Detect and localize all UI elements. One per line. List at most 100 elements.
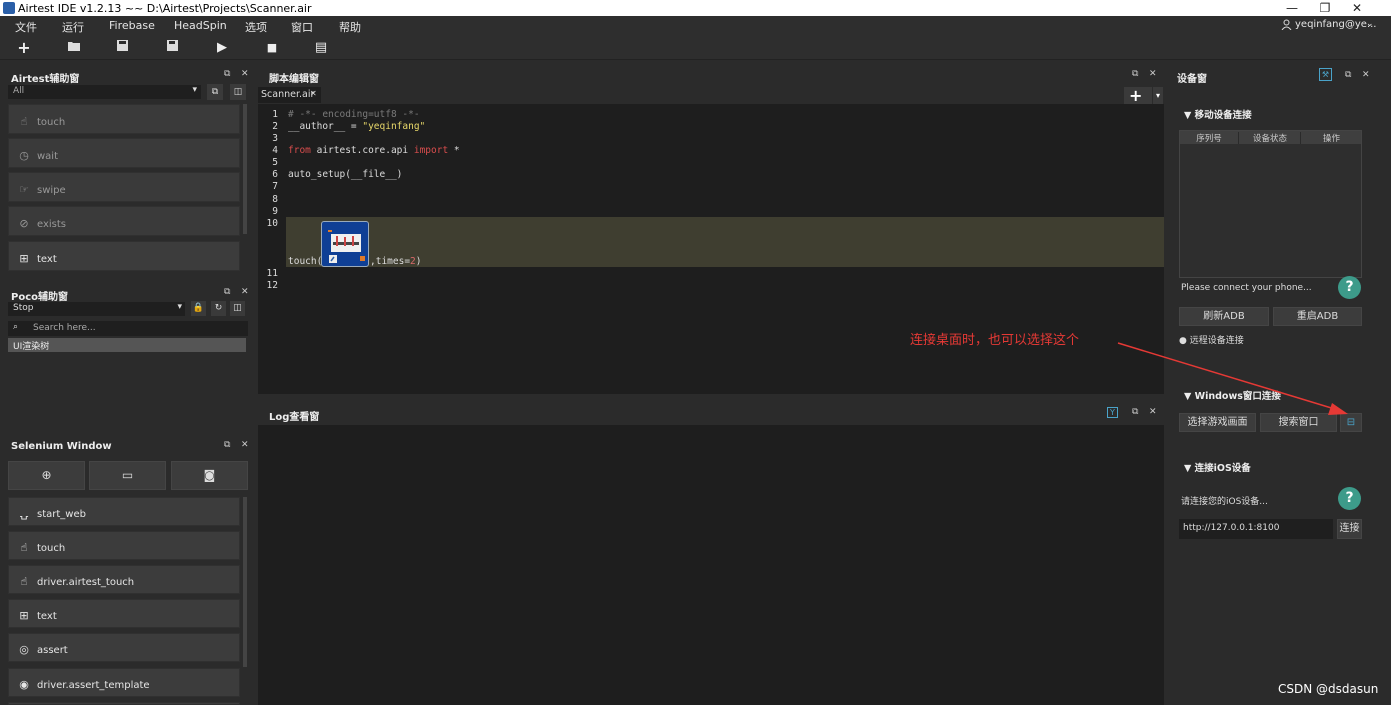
selenium-assert-button[interactable]: ◎ assert bbox=[8, 633, 240, 662]
scanner-screenshot-icon bbox=[328, 230, 365, 263]
poco-mode-select[interactable]: Stop ▾ bbox=[8, 302, 185, 316]
ios-section-header[interactable]: ▼ 连接iOS设备 bbox=[1184, 460, 1251, 474]
selenium-touch-button[interactable]: ☝ touch bbox=[8, 531, 240, 560]
refresh-icon[interactable]: ↻ bbox=[211, 301, 226, 316]
touch-icon: ☝ bbox=[20, 575, 28, 588]
tab-scanner-air[interactable]: Scanner.air ✕ bbox=[258, 87, 321, 103]
log-output[interactable] bbox=[258, 425, 1164, 705]
menu-run[interactable]: 运行 bbox=[62, 19, 84, 35]
chevron-down-icon[interactable]: ▾ bbox=[1153, 87, 1163, 104]
close-icon[interactable]: ✕ bbox=[241, 287, 249, 297]
text-icon: ⊞ bbox=[19, 252, 29, 265]
column-serial: 序列号 bbox=[1180, 132, 1239, 144]
settings-icon[interactable]: ⚒ bbox=[1319, 68, 1332, 81]
code-keyword: import bbox=[413, 145, 449, 156]
close-window-button[interactable]: ✕ bbox=[1340, 0, 1374, 16]
api-filter-select[interactable]: All ▾ bbox=[8, 85, 201, 99]
airtest-exists-button[interactable]: ⊘ exists bbox=[8, 206, 240, 236]
stop-button[interactable]: ■ bbox=[262, 39, 282, 57]
add-image-icon[interactable]: ⧉ bbox=[207, 84, 223, 100]
float-icon[interactable]: ⧉ bbox=[224, 440, 230, 450]
minimize-button[interactable]: — bbox=[1275, 0, 1309, 16]
menu-help[interactable]: 帮助 bbox=[339, 19, 361, 35]
ios-connect-button[interactable]: 连接 bbox=[1337, 519, 1362, 539]
device-table-header: 序列号 设备状态 操作 bbox=[1180, 131, 1361, 144]
dropdown-arrow-icon: ▾ bbox=[192, 85, 197, 95]
chevron-down-icon[interactable]: ⌄ bbox=[1366, 19, 1374, 29]
close-tab-icon[interactable]: ✕ bbox=[310, 89, 317, 98]
ui-tree-root[interactable]: UI渲染树 bbox=[8, 338, 246, 352]
airtest-panel-title: Airtest辅助窗 bbox=[11, 74, 80, 85]
airtest-swipe-button[interactable]: ☞ swipe bbox=[8, 172, 240, 202]
button-label: touch bbox=[37, 117, 66, 128]
code-token: __author__ = bbox=[288, 121, 363, 132]
close-icon[interactable]: ✕ bbox=[1362, 70, 1370, 80]
selenium-start-web-button[interactable]: ⍽ start_web bbox=[8, 497, 240, 526]
lock-icon[interactable]: 🔒 bbox=[191, 301, 206, 316]
monitor-icon[interactable]: ▭ bbox=[89, 461, 166, 490]
selenium-assert-template-button[interactable]: ◉ driver.assert_template bbox=[8, 668, 240, 697]
float-icon[interactable]: ⧉ bbox=[224, 69, 230, 79]
restore-button[interactable]: ❐ bbox=[1308, 0, 1342, 16]
close-icon[interactable]: ✕ bbox=[1149, 69, 1157, 79]
ios-url-field[interactable]: http://127.0.0.1:8100 bbox=[1179, 519, 1333, 539]
report-icon[interactable]: ▤ bbox=[311, 39, 331, 57]
float-icon[interactable]: ⧉ bbox=[224, 287, 230, 297]
airtest-wait-button[interactable]: ◷ wait bbox=[8, 138, 240, 168]
save-icon[interactable] bbox=[112, 39, 132, 57]
airtest-text-button[interactable]: ⊞ text bbox=[8, 241, 240, 271]
code-line-4: from airtest.core.api import * bbox=[288, 145, 460, 156]
menu-firebase[interactable]: Firebase bbox=[109, 19, 155, 32]
code-line-10-end: ,times=2) bbox=[370, 256, 422, 267]
swipe-icon: ☞ bbox=[19, 183, 29, 196]
menu-headspin[interactable]: HeadSpin bbox=[174, 19, 227, 32]
line-number: 8 bbox=[272, 194, 278, 205]
scrollbar[interactable] bbox=[243, 104, 247, 234]
annotation-arrow-icon bbox=[1117, 342, 1348, 415]
poco-search-field[interactable]: ⌕ Search here... bbox=[8, 321, 248, 336]
code-token: ) bbox=[415, 256, 422, 267]
restart-adb-button[interactable]: 重启ADB bbox=[1273, 307, 1362, 326]
template-image-thumbnail[interactable] bbox=[321, 221, 369, 267]
camera-icon[interactable]: ◙ bbox=[171, 461, 248, 490]
code-line-6: auto_setup(__file__) bbox=[288, 169, 403, 180]
open-folder-icon[interactable] bbox=[64, 39, 84, 57]
collapse-arrow-icon: ▼ bbox=[1184, 463, 1195, 474]
inbox-icon: ⍽ bbox=[19, 507, 29, 520]
button-label: swipe bbox=[37, 185, 66, 196]
dropdown-arrow-icon: ▾ bbox=[177, 302, 182, 312]
touch-icon: ☝ bbox=[20, 541, 28, 554]
float-icon[interactable]: ⧉ bbox=[1132, 69, 1138, 79]
globe-icon[interactable]: ⊕ bbox=[8, 461, 85, 490]
user-account[interactable]: yeqinfang@ye... bbox=[1295, 19, 1376, 30]
line-number: 9 bbox=[272, 206, 278, 217]
help-icon[interactable]: ? bbox=[1338, 276, 1361, 299]
code-token: airtest.core.api bbox=[310, 145, 414, 156]
tab-label: Scanner.air bbox=[261, 89, 315, 100]
run-button[interactable]: ▶ bbox=[212, 39, 232, 57]
record-icon[interactable]: ◫ bbox=[230, 301, 245, 316]
code-string: "yeqinfang" bbox=[362, 121, 426, 132]
add-tab-button[interactable]: + bbox=[1124, 87, 1152, 104]
camera-icon[interactable]: ◫ bbox=[230, 84, 246, 100]
refresh-adb-button[interactable]: 刷新ADB bbox=[1179, 307, 1269, 326]
selenium-panel-title: Selenium Window bbox=[11, 441, 112, 452]
user-icon[interactable] bbox=[1281, 19, 1292, 33]
menu-bar: 文件 运行 Firebase HeadSpin 选项 窗口 帮助 yeqinfa… bbox=[0, 16, 1391, 36]
close-icon[interactable]: ✕ bbox=[241, 440, 249, 450]
search-icon: ⌕ bbox=[13, 322, 19, 332]
scrollbar[interactable] bbox=[243, 497, 247, 667]
close-icon[interactable]: ✕ bbox=[241, 69, 249, 79]
help-icon[interactable]: ? bbox=[1338, 487, 1361, 510]
menu-options[interactable]: 选项 bbox=[245, 19, 267, 35]
selenium-airtest-touch-button[interactable]: ☝ driver.airtest_touch bbox=[8, 565, 240, 594]
menu-window[interactable]: 窗口 bbox=[291, 19, 313, 35]
airtest-touch-button[interactable]: ☝ touch bbox=[8, 104, 240, 134]
new-script-button[interactable]: + bbox=[14, 39, 34, 57]
float-icon[interactable]: ⧉ bbox=[1345, 70, 1351, 80]
filter-value: All bbox=[13, 86, 25, 96]
selenium-text-button[interactable]: ⊞ text bbox=[8, 599, 240, 628]
menu-file[interactable]: 文件 bbox=[15, 19, 37, 35]
mobile-section-header[interactable]: ▼ 移动设备连接 bbox=[1184, 107, 1252, 121]
save-all-icon[interactable] bbox=[162, 39, 182, 57]
